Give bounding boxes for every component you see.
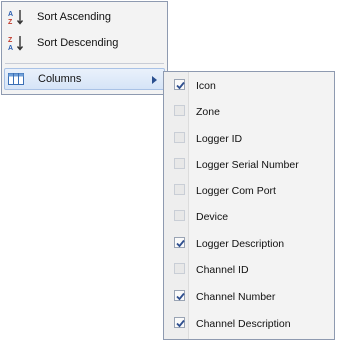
svg-text:Z: Z — [8, 37, 13, 44]
column-option-logger-description[interactable]: Logger Description — [166, 232, 332, 255]
column-option-label: Icon — [196, 79, 216, 92]
column-option-label: Logger Com Port — [196, 184, 276, 197]
checkbox-unchecked[interactable] — [174, 210, 185, 221]
checkbox-unchecked[interactable] — [174, 184, 185, 195]
sort-descending-item[interactable]: Z A Sort Descending — [4, 32, 165, 54]
checkbox-unchecked[interactable] — [174, 158, 185, 169]
column-option-label: Channel Description — [196, 317, 291, 330]
columns-icon — [6, 70, 26, 88]
checkbox-checked[interactable] — [174, 79, 185, 90]
column-option-channel-description[interactable]: Channel Description — [166, 312, 332, 335]
column-option-label: Device — [196, 210, 229, 223]
sort-ascending-icon: A Z — [6, 8, 26, 26]
column-option-label: Logger Serial Number — [196, 158, 299, 171]
sort-descending-label: Sort Descending — [37, 37, 119, 49]
column-option-logger-com-port[interactable]: Logger Com Port — [166, 179, 332, 202]
svg-text:A: A — [8, 11, 13, 18]
column-option-logger-serial-number[interactable]: Logger Serial Number — [166, 153, 332, 176]
column-option-label: Zone — [196, 105, 220, 118]
column-header-menu: A Z Sort Ascending Z A Sort Descending C… — [1, 1, 168, 95]
sort-ascending-item[interactable]: A Z Sort Ascending — [4, 6, 165, 28]
column-option-device[interactable]: Device — [166, 205, 332, 228]
columns-item[interactable]: Columns — [4, 68, 165, 90]
submenu-arrow-icon — [152, 75, 158, 87]
column-option-label: Logger Description — [196, 237, 285, 250]
checkbox-checked[interactable] — [174, 290, 185, 301]
column-option-logger-id[interactable]: Logger ID — [166, 127, 332, 150]
checkbox-unchecked[interactable] — [174, 105, 185, 116]
column-option-label: Channel Number — [196, 290, 276, 303]
checkbox-checked[interactable] — [174, 317, 185, 328]
checkbox-checked[interactable] — [174, 237, 185, 248]
checkbox-unchecked[interactable] — [174, 263, 185, 274]
checkbox-unchecked[interactable] — [174, 132, 185, 143]
column-option-icon[interactable]: Icon — [166, 74, 332, 97]
svg-text:Z: Z — [8, 19, 13, 26]
column-option-label: Channel ID — [196, 263, 249, 276]
column-option-channel-id[interactable]: Channel ID — [166, 258, 332, 281]
column-option-label: Logger ID — [196, 132, 243, 145]
sort-ascending-label: Sort Ascending — [37, 11, 111, 23]
svg-text:A: A — [8, 45, 13, 52]
column-option-channel-number[interactable]: Channel Number — [166, 285, 332, 308]
sort-descending-icon: Z A — [6, 34, 26, 52]
columns-label: Columns — [38, 73, 82, 85]
columns-submenu: Icon Zone Logger ID Logger Serial Number… — [163, 71, 335, 340]
column-option-zone[interactable]: Zone — [166, 100, 332, 123]
menu-separator — [5, 63, 164, 64]
